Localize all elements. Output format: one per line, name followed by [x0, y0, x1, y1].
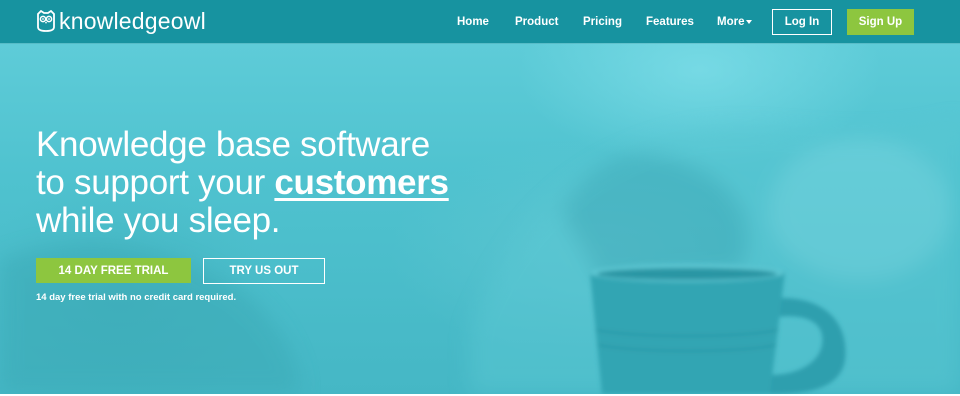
top-navbar: knowledgeowl Home Product Pricing Featur…: [0, 0, 960, 43]
nav-features[interactable]: Features: [646, 15, 694, 29]
headline-line-2-prefix: to support your: [36, 163, 275, 202]
free-trial-button[interactable]: 14 DAY FREE TRIAL: [36, 258, 191, 283]
try-us-out-button[interactable]: TRY US OUT: [203, 258, 325, 284]
caret-down-icon: [746, 19, 753, 24]
trial-note: 14 day free trial with no credit card re…: [36, 292, 237, 303]
nav-more-dropdown[interactable]: More: [717, 15, 753, 29]
nav-pricing[interactable]: Pricing: [583, 15, 622, 29]
nav-product[interactable]: Product: [515, 15, 558, 29]
hero-headline: Knowledge base software to support your …: [36, 126, 556, 240]
brand-name: knowledgeowl: [59, 8, 206, 34]
brand-logo[interactable]: knowledgeowl: [36, 8, 206, 34]
headline-line-3: while you sleep.: [36, 201, 281, 240]
signup-button[interactable]: Sign Up: [847, 9, 914, 35]
owl-icon: [37, 10, 55, 32]
headline-line-1: Knowledge base software: [36, 125, 430, 164]
headline-emphasis: customers: [274, 163, 449, 202]
headline-line-2: to support your customers: [36, 164, 556, 202]
nav-home[interactable]: Home: [457, 15, 489, 29]
nav-more-label: More: [717, 16, 745, 28]
login-button[interactable]: Log In: [772, 9, 832, 35]
